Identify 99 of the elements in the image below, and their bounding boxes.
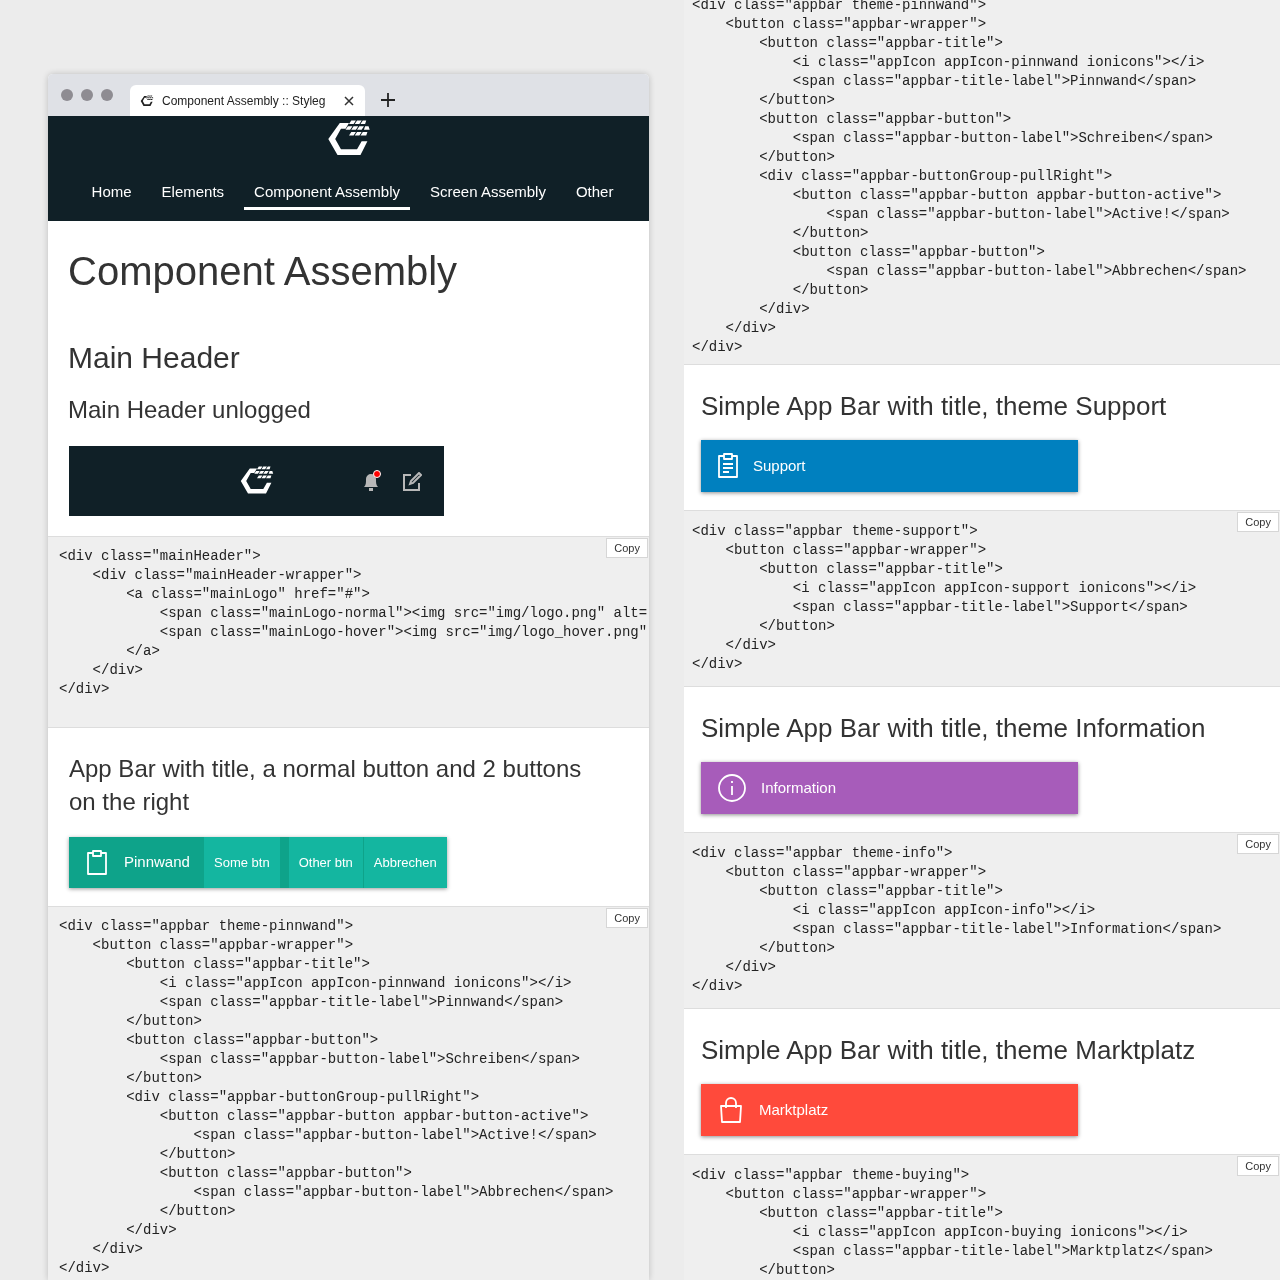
window-control-icon[interactable] — [81, 89, 93, 101]
close-icon[interactable] — [343, 94, 355, 107]
code-line: </button> — [758, 1261, 835, 1280]
code-line: </div> — [692, 655, 743, 674]
code-line: </button> — [125, 1069, 202, 1088]
code-line: </div> — [724, 319, 776, 338]
code-line: </div> — [91, 661, 143, 680]
code-line: <i class="appIcon appIcon-pinnwand ionicons"></i> — [158, 974, 572, 993]
logo-icon — [140, 93, 154, 108]
copy-button[interactable]: Copy — [1237, 1156, 1279, 1176]
code-line: <span class="appbar-button-label">Abbrechen</span> — [192, 1183, 614, 1202]
nav-link[interactable]: Elements — [161, 181, 225, 210]
code-line: <div class="mainHeader"> — [59, 547, 261, 566]
nav-link[interactable]: Screen Assembly — [430, 181, 546, 210]
code-line: <button class="appbar-title"> — [125, 955, 370, 974]
code-line: <div class="appbar theme-buying"> — [692, 1166, 970, 1185]
code-line: <div class="appbar theme-info"> — [692, 844, 953, 863]
code-line: <span class="appbar-button-label">Active!</span> — [825, 205, 1230, 224]
code-line: </button> — [758, 148, 835, 167]
code-line: <div class="appbar theme-support"> — [692, 522, 978, 541]
code-line: </div> — [724, 958, 776, 977]
code-line: <button class="appbar-button"> — [758, 110, 1012, 129]
code-line: <span class="appbar-title-label">Marktplatz</span> — [791, 1242, 1213, 1261]
edit-icon[interactable] — [402, 472, 422, 492]
new-tab-icon[interactable] — [381, 93, 395, 107]
window-control-icon[interactable] — [61, 89, 73, 101]
code-line: <span class="appbar-button-label">Abbrechen</span> — [825, 262, 1247, 281]
code-line: <button class="appbar-wrapper"> — [91, 936, 354, 955]
nav-link[interactable]: Component Assembly — [244, 181, 410, 210]
copy-button[interactable]: Copy — [606, 908, 648, 928]
app-bar-title[interactable]: Information — [701, 762, 1078, 814]
code-line: <button class="appbar-wrapper"> — [724, 541, 987, 560]
code-line: </div> — [125, 1221, 177, 1240]
code-line: <div class="appbar-buttonGroup-pullRight"> — [125, 1088, 480, 1107]
section-heading: Simple App Bar with title, theme Marktplatz — [701, 1034, 1197, 1066]
code-line: <i class="appIcon appIcon-buying ionicons"></i> — [791, 1223, 1188, 1242]
code-line: <button class="appbar-title"> — [758, 882, 1003, 901]
code-line: <span class="appbar-title-label">Pinnwand</span> — [791, 72, 1197, 91]
code-line: <div class="mainHeader-wrapper"> — [91, 566, 362, 585]
section-heading: App Bar with title, a normal button and 2 buttons on the right — [69, 754, 583, 817]
code-line: <button class="appbar-wrapper"> — [724, 1185, 987, 1204]
app-bar-title[interactable]: Support — [701, 440, 1078, 492]
code-line: <i class="appIcon appIcon-support ionicons"></i> — [791, 579, 1197, 598]
code-line: </button> — [158, 1202, 236, 1221]
shopping-bag-icon — [717, 1096, 745, 1124]
section-heading: Main Header — [68, 340, 241, 376]
code-line: </div> — [59, 680, 110, 699]
code-line: </button> — [758, 617, 835, 636]
code-line: <div class="appbar theme-pinnwand"> — [59, 917, 354, 936]
code-line: </div> — [91, 1240, 143, 1259]
code-line: <button class="appbar-title"> — [758, 34, 1003, 53]
copy-button[interactable]: Copy — [1237, 512, 1279, 532]
code-line: <span class="appbar-button-label">Schreiben</span> — [158, 1050, 580, 1069]
code-line: <span class="appbar-title-label">Support</span> — [791, 598, 1188, 617]
code-line: <span class="mainLogo-normal"><img src="img/logo.png" alt= — [158, 604, 648, 623]
code-line: <button class="appbar-title"> — [758, 1204, 1003, 1223]
code-line: <div class="appbar-buttonGroup-pullRight"> — [758, 167, 1113, 186]
section-heading: Simple App Bar with title, theme Support — [701, 390, 1168, 422]
code-line: </button> — [158, 1145, 236, 1164]
code-line: <button class="appbar-button appbar-button-active"> — [791, 186, 1222, 205]
subsection-heading: Main Header unlogged — [68, 395, 312, 425]
code-line: <button class="appbar-wrapper"> — [724, 15, 987, 34]
code-line: <span class="mainLogo-hover"><img src="img/logo_hover.png" — [158, 623, 648, 642]
code-line: <span class="appbar-button-label">Active!</span> — [192, 1126, 597, 1145]
nav-link[interactable]: Home — [91, 181, 132, 210]
code-line: </div> — [724, 636, 776, 655]
nav-link[interactable]: Other — [575, 181, 614, 210]
code-line: <button class="appbar-wrapper"> — [724, 863, 987, 882]
code-line: <i class="appIcon appIcon-info"></i> — [791, 901, 1096, 920]
section-heading: Simple App Bar with title, theme Information — [701, 712, 1207, 744]
code-line: </a> — [125, 642, 160, 661]
copy-button[interactable]: Copy — [1237, 834, 1279, 854]
code-line: <button class="appbar-button"> — [125, 1031, 379, 1050]
code-line: </button> — [125, 1012, 202, 1031]
tab-title: Component Assembly :: Styleg — [162, 92, 327, 110]
code-line: <span class="appbar-button-label">Schreiben</span> — [791, 129, 1213, 148]
code-line: </div> — [59, 1259, 110, 1278]
page-title: Component Assembly — [68, 248, 459, 295]
info-icon — [717, 773, 747, 803]
copy-button[interactable]: Copy — [606, 538, 648, 558]
code-line: <button class="appbar-button"> — [791, 243, 1045, 262]
code-line: <i class="appIcon appIcon-pinnwand ionicons"></i> — [791, 53, 1205, 72]
clipboard-list-icon — [717, 453, 739, 479]
code-line: </button> — [791, 224, 869, 243]
code-line: </button> — [758, 939, 835, 958]
code-line: <span class="appbar-title-label">Information</span> — [791, 920, 1222, 939]
code-line: </button> — [791, 281, 869, 300]
code-line: <button class="appbar-button"> — [158, 1164, 412, 1183]
code-line: <span class="appbar-title-label">Pinnwand</span> — [158, 993, 564, 1012]
code-line: <button class="appbar-title"> — [758, 560, 1003, 579]
code-line: </div> — [692, 977, 743, 996]
code-line: </button> — [758, 91, 835, 110]
code-line: <button class="appbar-button appbar-button-active"> — [158, 1107, 589, 1126]
browser-tab[interactable]: Component Assembly :: Styleg — [130, 85, 365, 116]
code-line: </div> — [692, 338, 743, 357]
code-line: <a class="mainLogo" href="#"> — [125, 585, 370, 604]
window-control-icon[interactable] — [101, 89, 113, 101]
code-line: </div> — [758, 300, 810, 319]
clipboard-icon — [86, 849, 108, 876]
